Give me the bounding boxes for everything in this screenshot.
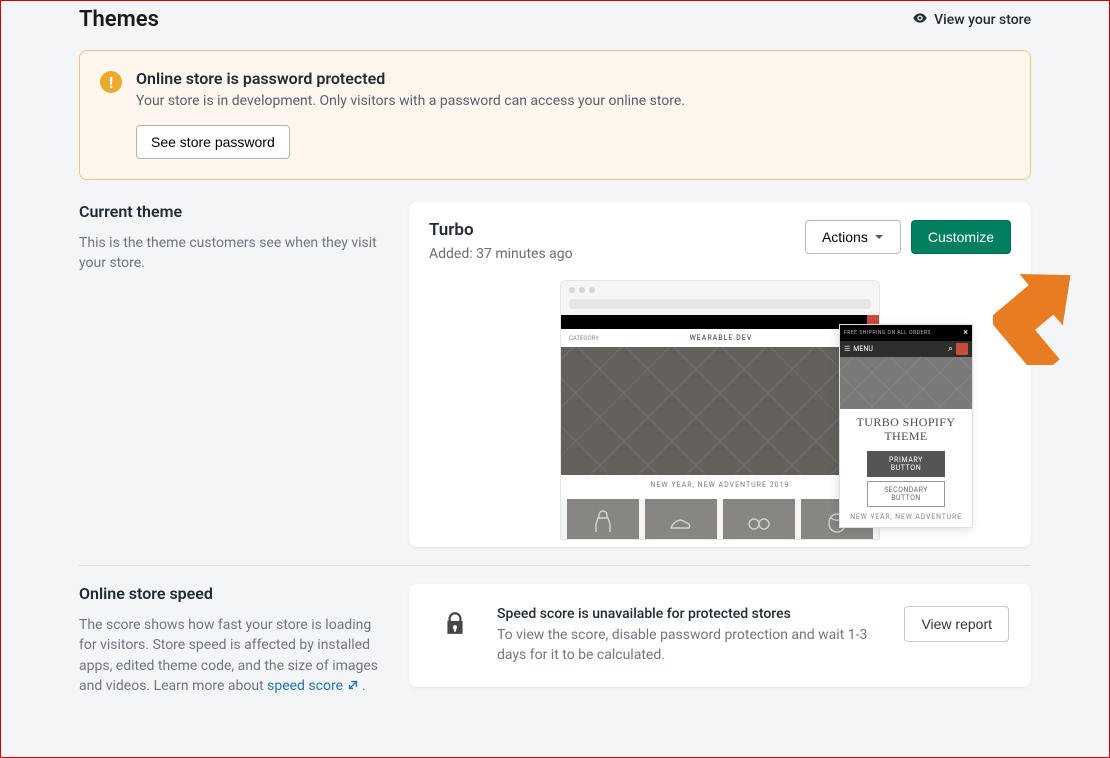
section-divider <box>79 565 1031 566</box>
mobile-secondary-button: SECONDARY BUTTON <box>867 481 945 507</box>
customize-button[interactable]: Customize <box>911 220 1011 254</box>
caret-down-icon <box>874 229 884 245</box>
view-store-label: View your store <box>934 12 1031 28</box>
mobile-menu-label: MENU <box>853 345 873 353</box>
speed-card-description: To view the score, disable password prot… <box>497 626 886 665</box>
desktop-preview-brand: WEARABLE.DEV <box>690 334 753 342</box>
mobile-primary-button: PRIMARY BUTTON <box>867 451 945 477</box>
mobile-preview: FREE SHIPPING ON ALL ORDERS × ☰ MENU ⌕ <box>839 324 973 528</box>
speed-card: Speed score is unavailable for protected… <box>409 584 1031 687</box>
desktop-preview-tagline: NEW YEAR, NEW ADVENTURE 2019 <box>561 481 879 489</box>
close-icon: × <box>963 329 968 338</box>
see-store-password-button[interactable]: See store password <box>136 125 290 159</box>
banner-title: Online store is password protected <box>136 69 685 88</box>
speed-description: The score shows how fast your store is l… <box>79 615 389 696</box>
theme-added-text: Added: 37 minutes ago <box>429 246 573 262</box>
theme-preview: CATEGORY WEARABLE.DEV NEW YEAR, NEW ADVE… <box>429 280 1011 540</box>
current-theme-heading: Current theme <box>79 202 389 221</box>
page-title: Themes <box>79 7 159 32</box>
lock-icon <box>431 606 479 636</box>
view-store-link[interactable]: View your store <box>912 10 1031 30</box>
mobile-tagline: NEW YEAR, NEW ADVENTURE <box>846 513 966 521</box>
view-report-button[interactable]: View report <box>904 606 1009 642</box>
external-link-icon <box>347 677 359 689</box>
eye-icon <box>912 10 928 30</box>
search-icon: ⌕ <box>948 344 953 354</box>
theme-name: Turbo <box>429 220 573 240</box>
hamburger-icon: ☰ <box>844 345 850 353</box>
actions-label: Actions <box>822 229 868 245</box>
current-theme-card: Turbo Added: 37 minutes ago Actions Cust… <box>409 202 1031 547</box>
desktop-preview: CATEGORY WEARABLE.DEV NEW YEAR, NEW ADVE… <box>560 280 880 540</box>
mobile-heading: TURBO SHOPIFY THEME <box>846 415 966 444</box>
current-theme-description: This is the theme customers see when the… <box>79 233 389 274</box>
speed-card-title: Speed score is unavailable for protected… <box>497 606 886 622</box>
warning-icon: ! <box>100 71 122 93</box>
banner-description: Your store is in development. Only visit… <box>136 93 685 109</box>
speed-heading: Online store speed <box>79 584 389 603</box>
password-banner: ! Online store is password protected You… <box>79 50 1031 180</box>
actions-dropdown-button[interactable]: Actions <box>805 220 901 254</box>
speed-score-link[interactable]: speed score <box>267 678 358 694</box>
cart-icon <box>956 343 968 355</box>
mobile-announcement: FREE SHIPPING ON ALL ORDERS <box>844 330 931 336</box>
